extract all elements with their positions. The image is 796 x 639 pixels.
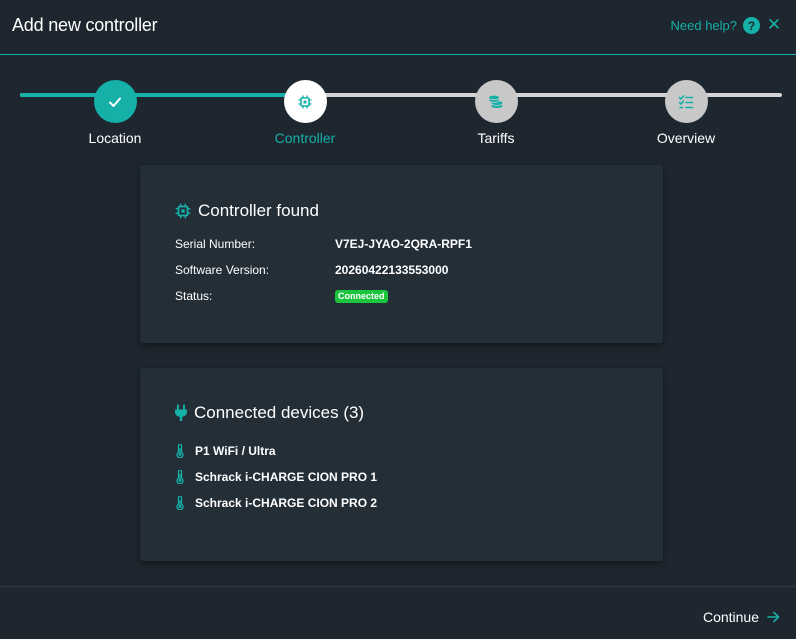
step-tariffs-circle [474, 80, 518, 123]
step-controller-circle [283, 80, 327, 123]
dialog-header: Add new controller Need help? ? ✕ [0, 0, 796, 55]
continue-label: Continue [702, 609, 759, 625]
thermometer-icon [176, 496, 184, 510]
list-item: Schrack i-CHARGE CION PRO 2 [176, 496, 377, 510]
device-name: P1 WiFi / Ultra [195, 444, 276, 458]
question-icon: ? [743, 17, 760, 34]
status-label: Status: [175, 289, 213, 303]
need-help-link[interactable]: Need help? ? [670, 17, 760, 34]
close-icon[interactable]: ✕ [766, 15, 782, 34]
coins-icon [488, 94, 504, 109]
chip-icon [175, 203, 191, 219]
list-item: Schrack i-CHARGE CION PRO 1 [176, 470, 377, 484]
serial-number-value: V7EJ-JYAO-2QRA-RPF1 [335, 237, 472, 251]
continue-button[interactable]: Continue [703, 609, 780, 625]
status-badge: Connected [335, 289, 388, 303]
list-item: P1 WiFi / Ultra [176, 444, 276, 458]
step-controller-label: Controller [274, 130, 336, 146]
check-icon [109, 97, 121, 107]
software-version-row: Software Version: 20260422133553000 [175, 263, 448, 277]
step-controller[interactable]: Controller [245, 80, 365, 146]
step-tariffs[interactable]: Tariffs [436, 80, 556, 146]
need-help-label: Need help? [670, 18, 738, 33]
device-name: Schrack i-CHARGE CION PRO 2 [195, 496, 378, 510]
step-overview[interactable]: Overview [626, 80, 746, 146]
devices-card-title-text: Connected devices (3) [194, 403, 365, 422]
serial-number-row: Serial Number: V7EJ-JYAO-2QRA-RPF1 [175, 237, 472, 251]
device-name: Schrack i-CHARGE CION PRO 1 [195, 470, 378, 484]
dialog-title: Add new controller [12, 15, 158, 35]
footer-divider [0, 586, 796, 587]
step-tariffs-label: Tariffs [477, 130, 515, 146]
devices-card-title: Connected devices (3) [174, 403, 364, 423]
controller-found-card: Controller found Serial Number: V7EJ-JYA… [140, 165, 663, 343]
chip-icon [298, 95, 312, 108]
controller-card-title-text: Controller found [198, 201, 319, 220]
step-location-label: Location [88, 130, 142, 146]
serial-number-label: Serial Number: [175, 237, 256, 251]
controller-card-title: Controller found [174, 201, 319, 221]
step-overview-circle [664, 80, 708, 123]
arrow-right-icon [767, 611, 780, 623]
software-version-value: 20260422133553000 [335, 263, 449, 277]
thermometer-icon [176, 444, 184, 458]
software-version-label: Software Version: [175, 263, 270, 277]
step-overview-label: Overview [656, 130, 716, 146]
step-location[interactable]: Location [55, 80, 175, 146]
status-row: Status: Connected [175, 289, 388, 303]
step-location-circle [93, 80, 137, 123]
checklist-icon [678, 94, 694, 108]
plug-icon [175, 404, 187, 421]
thermometer-icon [176, 470, 184, 484]
connected-devices-card: Connected devices (3) P1 WiFi / Ultra Sc… [140, 368, 663, 561]
